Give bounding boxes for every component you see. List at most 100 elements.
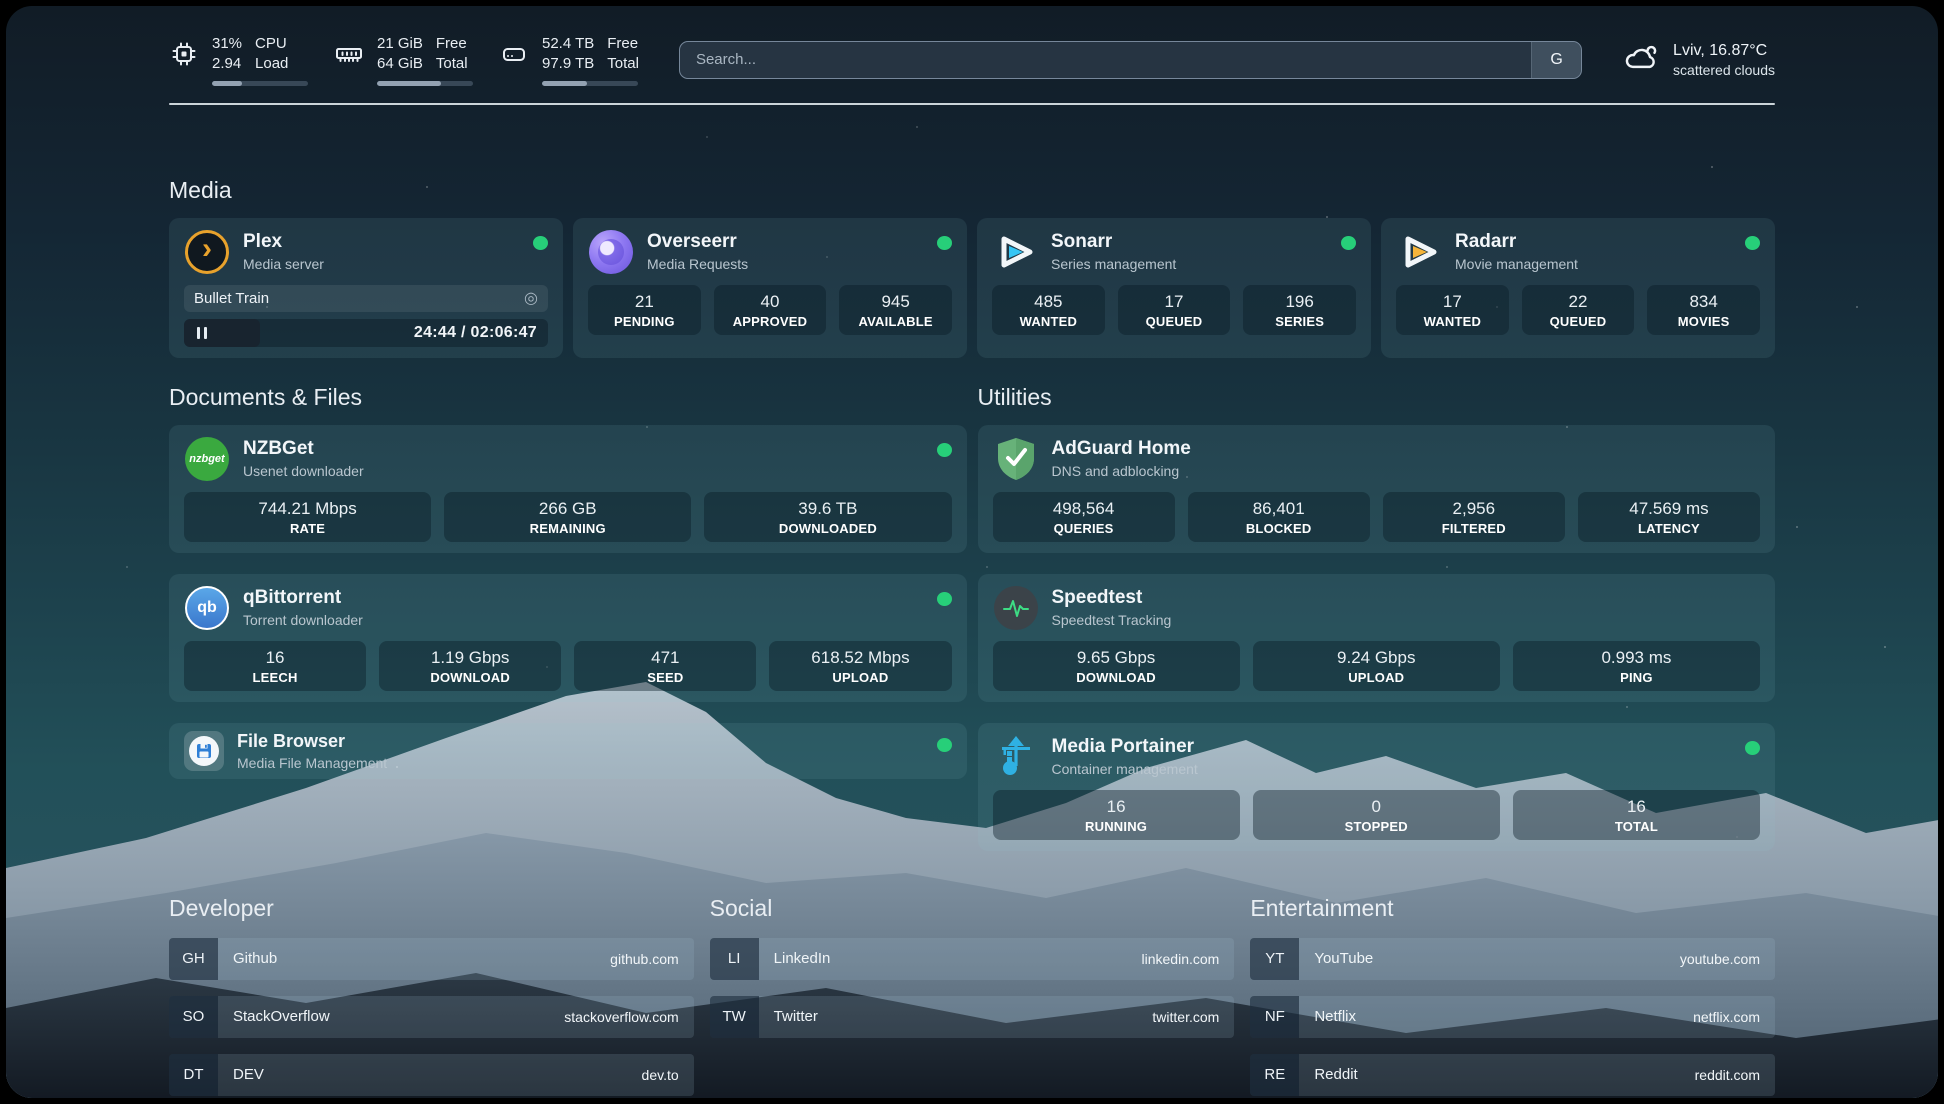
radarr-icon	[1396, 229, 1442, 275]
entertainment-bookmarks: Entertainment YT YouTube youtube.com NF …	[1250, 895, 1775, 1096]
documents-column: Documents & Files nzbget NZBGet Usenet d…	[169, 384, 967, 851]
developer-section-heading: Developer	[169, 895, 694, 922]
now-playing-settings-icon[interactable]: ◎	[524, 288, 538, 308]
cpu-usage-track	[212, 81, 308, 86]
filebrowser-icon	[184, 731, 224, 771]
bookmark-github[interactable]: GH Github github.com	[169, 938, 694, 980]
speedtest-icon	[993, 585, 1039, 631]
portainer-status-dot	[1745, 741, 1760, 755]
disk-label-2: Total	[607, 54, 639, 74]
sonarr-title: Sonarr	[1051, 231, 1176, 253]
overseerr-stat-pending: 21PENDING	[588, 285, 701, 335]
bookmark-reddit[interactable]: RE Reddit reddit.com	[1250, 1054, 1775, 1096]
nzbget-stat-downloaded: 39.6 TBDOWNLOADED	[704, 492, 951, 542]
system-monitors: 31% 2.94 CPU Load	[169, 34, 639, 86]
weather-location-temp: Lviv, 16.87°C	[1673, 40, 1775, 62]
portainer-title: Media Portainer	[1052, 736, 1198, 758]
sonarr-card[interactable]: Sonarr Series management 485WANTED 17QUE…	[977, 218, 1371, 358]
search-engine-button[interactable]: G	[1531, 42, 1581, 78]
filebrowser-card[interactable]: File Browser Media File Management	[169, 723, 967, 779]
ram-icon	[334, 40, 364, 68]
overseerr-card[interactable]: Overseerr Media Requests 21PENDING 40APP…	[573, 218, 967, 358]
qbittorrent-title: qBittorrent	[243, 587, 363, 609]
search-bar: G	[679, 41, 1582, 79]
social-bookmarks: Social LI LinkedIn linkedin.com TW Twitt…	[710, 895, 1235, 1096]
bookmark-youtube[interactable]: YT YouTube youtube.com	[1250, 938, 1775, 980]
utilities-section-heading: Utilities	[978, 384, 1776, 411]
media-section-heading: Media	[169, 177, 1775, 204]
qbittorrent-icon: qb	[184, 585, 230, 631]
documents-section-heading: Documents & Files	[169, 384, 967, 411]
qbittorrent-stat-seed: 471SEED	[574, 641, 756, 691]
dashboard-app: 31% 2.94 CPU Load	[6, 6, 1938, 1098]
speedtest-stat-ping: 0.993 msPING	[1513, 641, 1760, 691]
nzbget-title: NZBGet	[243, 438, 364, 460]
nzbget-description: Usenet downloader	[243, 463, 364, 479]
plex-card[interactable]: › Plex Media server Bullet Train ◎	[169, 218, 563, 358]
plex-playback-time: 24:44 / 02:06:47	[414, 324, 548, 342]
disk-free-value: 52.4 TB	[542, 34, 594, 54]
sonarr-status-dot	[1341, 236, 1356, 250]
sonarr-stat-wanted: 485WANTED	[992, 285, 1105, 335]
portainer-stat-running: 16RUNNING	[993, 790, 1240, 840]
bookmark-dev[interactable]: DT DEV dev.to	[169, 1054, 694, 1096]
bookmark-linkedin[interactable]: LI LinkedIn linkedin.com	[710, 938, 1235, 980]
plex-description: Media server	[243, 256, 324, 272]
search-input[interactable]	[680, 42, 1531, 78]
radarr-stat-wanted: 17WANTED	[1396, 285, 1509, 335]
portainer-card[interactable]: Media Portainer Container management 16R…	[978, 723, 1776, 851]
top-bar: 31% 2.94 CPU Load	[169, 34, 1775, 86]
cpu-load-value: 2.94	[212, 54, 242, 74]
disk-monitor: 52.4 TB 97.9 TB Free Total	[499, 34, 639, 86]
nzbget-card[interactable]: nzbget NZBGet Usenet downloader 744.21 M…	[169, 425, 967, 553]
nzbget-status-dot	[937, 443, 952, 457]
pause-button[interactable]	[184, 319, 260, 347]
radarr-stat-movies: 834MOVIES	[1647, 285, 1760, 335]
filebrowser-description: Media File Management	[237, 755, 387, 771]
speedtest-title: Speedtest	[1052, 587, 1172, 609]
social-section-heading: Social	[710, 895, 1235, 922]
utilities-column: Utilities	[978, 384, 1776, 851]
adguard-stat-blocked: 86,401BLOCKED	[1188, 492, 1370, 542]
disk-label-1: Free	[607, 34, 639, 54]
memory-usage-bar	[377, 81, 441, 86]
weather-widget: Lviv, 16.87°C scattered clouds	[1622, 40, 1775, 80]
cloud-icon	[1622, 42, 1660, 77]
adguard-stat-filtered: 2,956FILTERED	[1383, 492, 1565, 542]
bookmark-twitter[interactable]: TW Twitter twitter.com	[710, 996, 1235, 1038]
qbittorrent-stat-download: 1.19 GbpsDOWNLOAD	[379, 641, 561, 691]
developer-bookmarks: Developer GH Github github.com SO StackO…	[169, 895, 694, 1096]
adguard-card[interactable]: AdGuard Home DNS and adblocking 498,564Q…	[978, 425, 1776, 553]
reddit-abbr-badge: RE	[1250, 1054, 1299, 1096]
bookmark-netflix[interactable]: NF Netflix netflix.com	[1250, 996, 1775, 1038]
github-abbr-badge: GH	[169, 938, 218, 980]
nzbget-stat-remaining: 266 GBREMAINING	[444, 492, 691, 542]
youtube-abbr-badge: YT	[1250, 938, 1299, 980]
dev-abbr-badge: DT	[169, 1054, 218, 1096]
memory-free-value: 21 GiB	[377, 34, 423, 54]
radarr-card[interactable]: Radarr Movie management 17WANTED 22QUEUE…	[1381, 218, 1775, 358]
memory-monitor: 21 GiB 64 GiB Free Total	[334, 34, 473, 86]
qbittorrent-card[interactable]: qb qBittorrent Torrent downloader 16LEEC…	[169, 574, 967, 702]
speedtest-description: Speedtest Tracking	[1052, 612, 1172, 628]
disk-total-value: 97.9 TB	[542, 54, 594, 74]
bookmark-stackoverflow[interactable]: SO StackOverflow stackoverflow.com	[169, 996, 694, 1038]
radarr-title: Radarr	[1455, 231, 1578, 253]
portainer-icon	[993, 734, 1039, 780]
portainer-description: Container management	[1052, 761, 1198, 777]
disk-icon	[499, 40, 529, 68]
cpu-icon	[169, 40, 199, 68]
memory-total-value: 64 GiB	[377, 54, 423, 74]
qbittorrent-status-dot	[937, 592, 952, 606]
plex-now-playing-row: Bullet Train ◎	[184, 285, 548, 312]
filebrowser-title: File Browser	[237, 731, 387, 752]
speedtest-card[interactable]: Speedtest Speedtest Tracking 9.65 GbpsDO…	[978, 574, 1776, 702]
adguard-stat-latency: 47.569 msLATENCY	[1578, 492, 1760, 542]
plex-player-bar: 24:44 / 02:06:47	[184, 319, 548, 347]
memory-label-2: Total	[436, 54, 468, 74]
plex-now-playing-title: Bullet Train	[194, 290, 269, 307]
entertainment-section-heading: Entertainment	[1250, 895, 1775, 922]
plex-title: Plex	[243, 231, 324, 253]
overseerr-stat-approved: 40APPROVED	[714, 285, 827, 335]
sonarr-stat-series: 196SERIES	[1243, 285, 1356, 335]
